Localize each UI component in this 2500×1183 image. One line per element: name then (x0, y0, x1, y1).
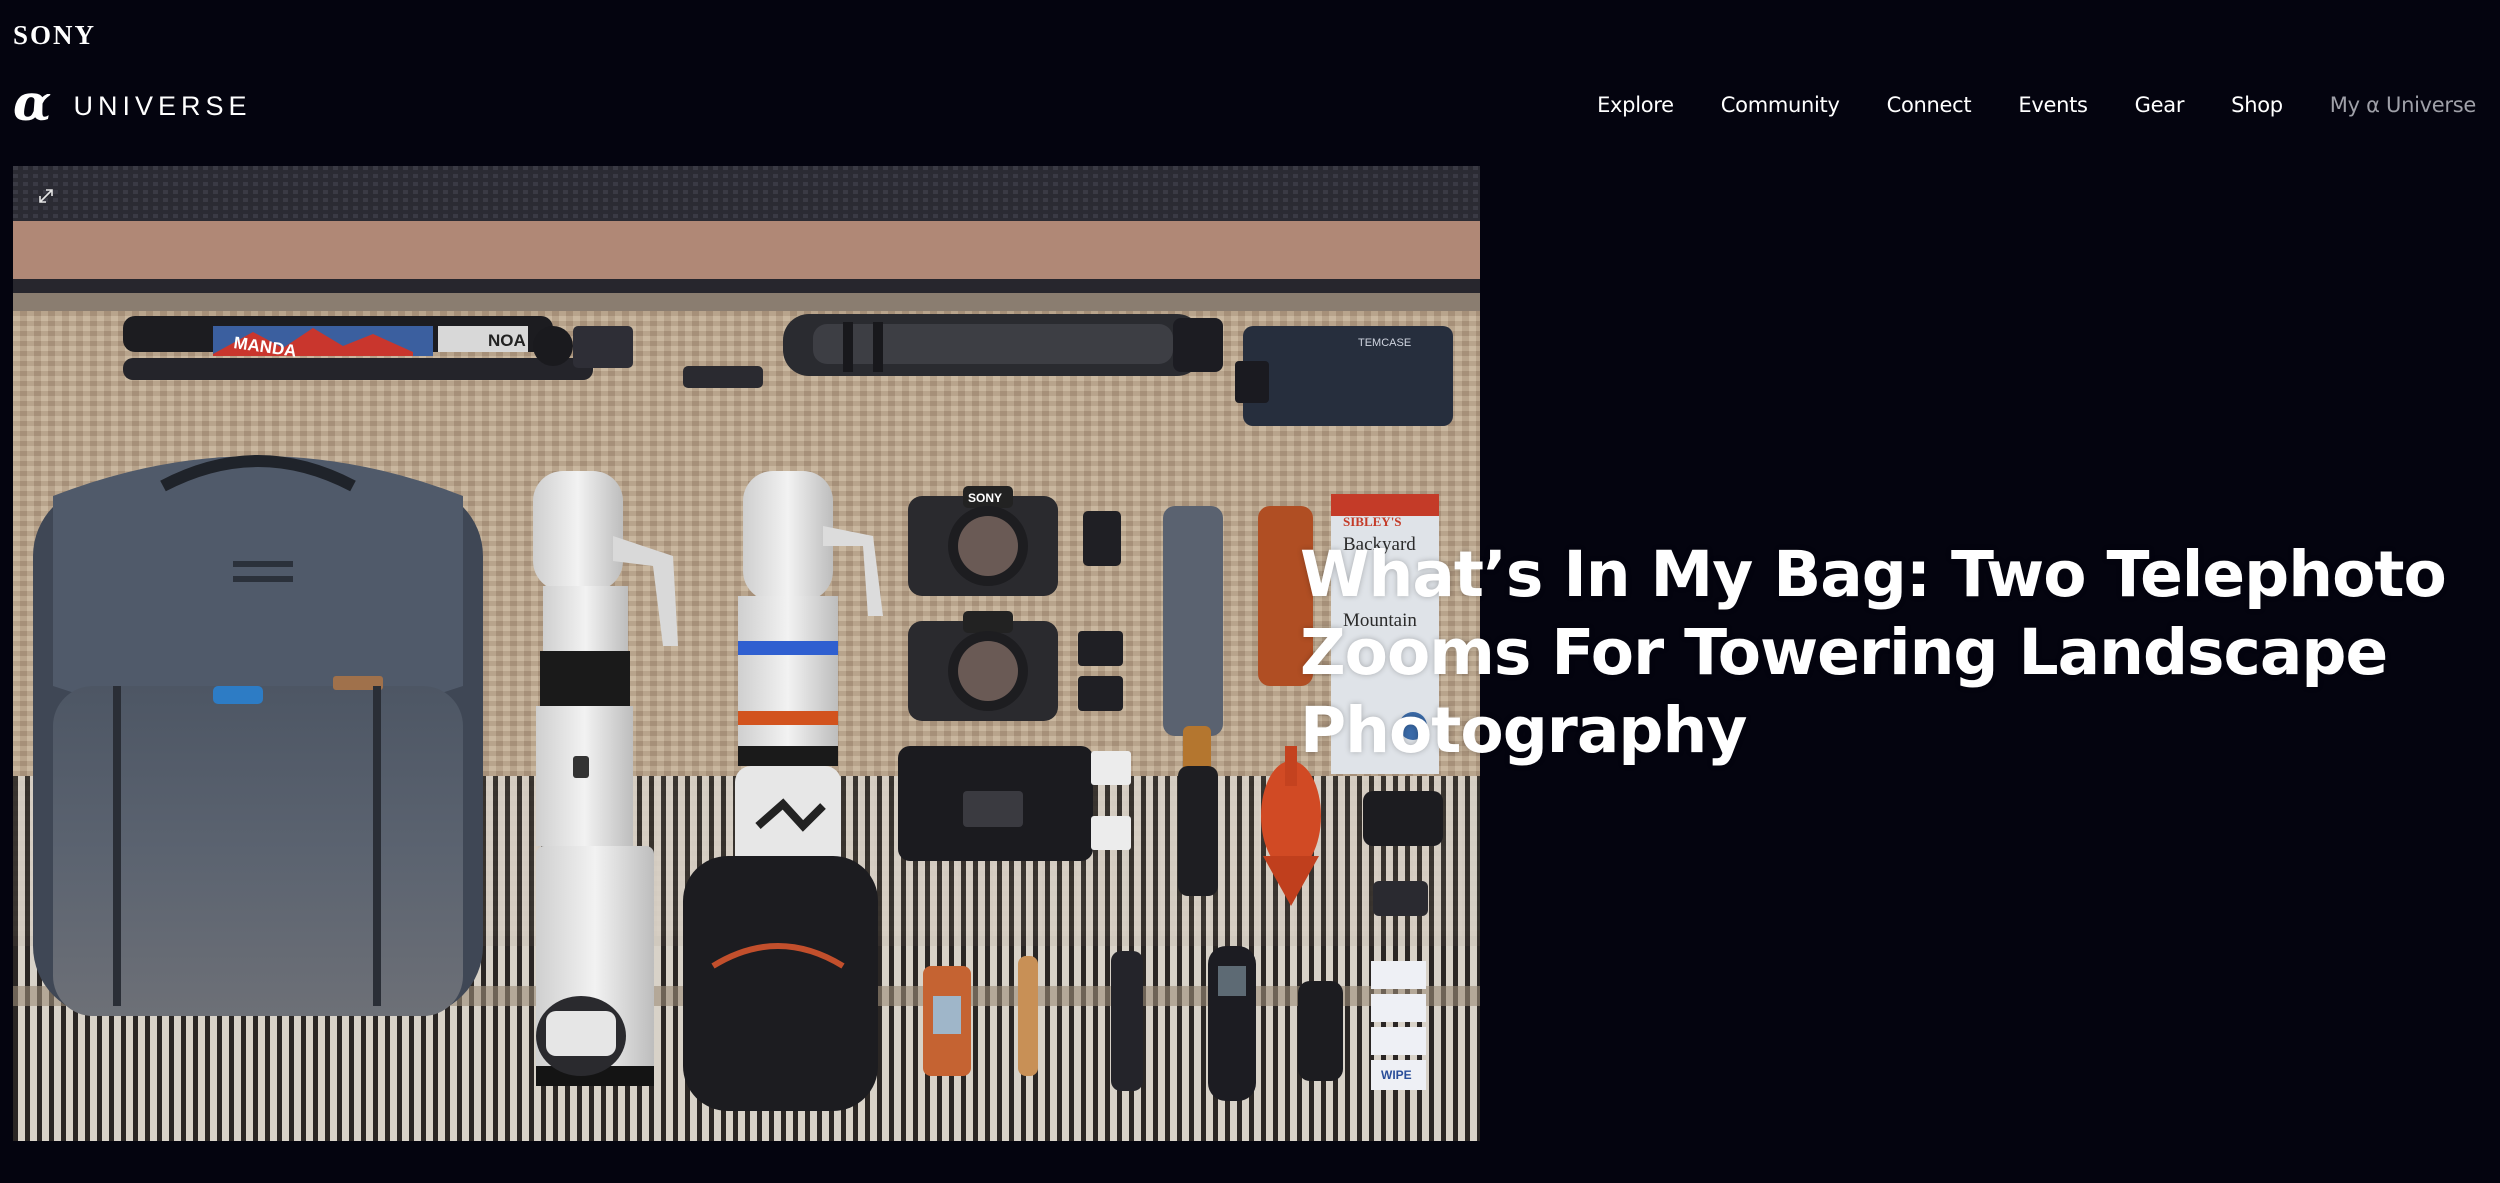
tripod-brand-2: NOA (488, 331, 526, 350)
main-nav: Explore Community Connect Events Gear Sh… (1597, 93, 2476, 117)
brand-word: UNIVERSE (73, 90, 252, 121)
memory-case-2 (1091, 816, 1131, 850)
remote-control (1111, 951, 1143, 1091)
nav-community[interactable]: Community (1721, 93, 1840, 117)
earbuds-case (1363, 791, 1443, 846)
battery-3 (1078, 676, 1123, 711)
camera-2 (908, 611, 1058, 721)
nav-gear[interactable]: Gear (2135, 93, 2185, 117)
case-label: TEMCASE (1358, 337, 1411, 349)
battery-2 (1078, 631, 1123, 666)
camera-brand: SONY (968, 491, 1002, 505)
alpha-universe-logo[interactable]: α UNIVERSE (13, 78, 252, 128)
nav-my-alpha-universe[interactable]: My α Universe (2330, 93, 2477, 117)
memory-case-1 (1091, 751, 1131, 785)
article-title: What’s In My Bag: Two Telephoto Zooms Fo… (1300, 538, 2447, 767)
expand-icon (39, 189, 53, 203)
nav-events[interactable]: Events (2018, 93, 2088, 117)
camera-1: SONY (908, 486, 1058, 596)
small-lens (536, 996, 626, 1076)
small-pack (683, 856, 878, 1111)
nav-connect[interactable]: Connect (1887, 93, 1972, 117)
gear-flatlay-photo: MANDA NOA TEMCASE SONY SIBLEY'S Backyard… (13, 166, 1480, 1141)
shooting-grip (1178, 766, 1218, 896)
alpha-icon: α (13, 73, 52, 132)
nav-explore[interactable]: Explore (1597, 93, 1674, 117)
page: SONY α UNIVERSE Explore Community Connec… (0, 0, 2500, 1183)
camera-strap-grey (1163, 506, 1223, 736)
book-top: SIBLEY'S (1343, 514, 1402, 529)
expand-button[interactable] (33, 183, 59, 209)
intervalometer (1298, 981, 1343, 1081)
nav-shop[interactable]: Shop (2231, 93, 2283, 117)
backpack (33, 455, 483, 1016)
sony-logo[interactable]: SONY (13, 20, 96, 51)
battery-1 (1083, 511, 1121, 566)
hero-image: MANDA NOA TEMCASE SONY SIBLEY'S Backyard… (13, 166, 1480, 1141)
pocket-knife (1018, 956, 1038, 1076)
wipes-label: WIPE (1381, 1068, 1412, 1082)
case-pouch: TEMCASE (1235, 326, 1453, 426)
tripod-2 (783, 314, 1223, 376)
